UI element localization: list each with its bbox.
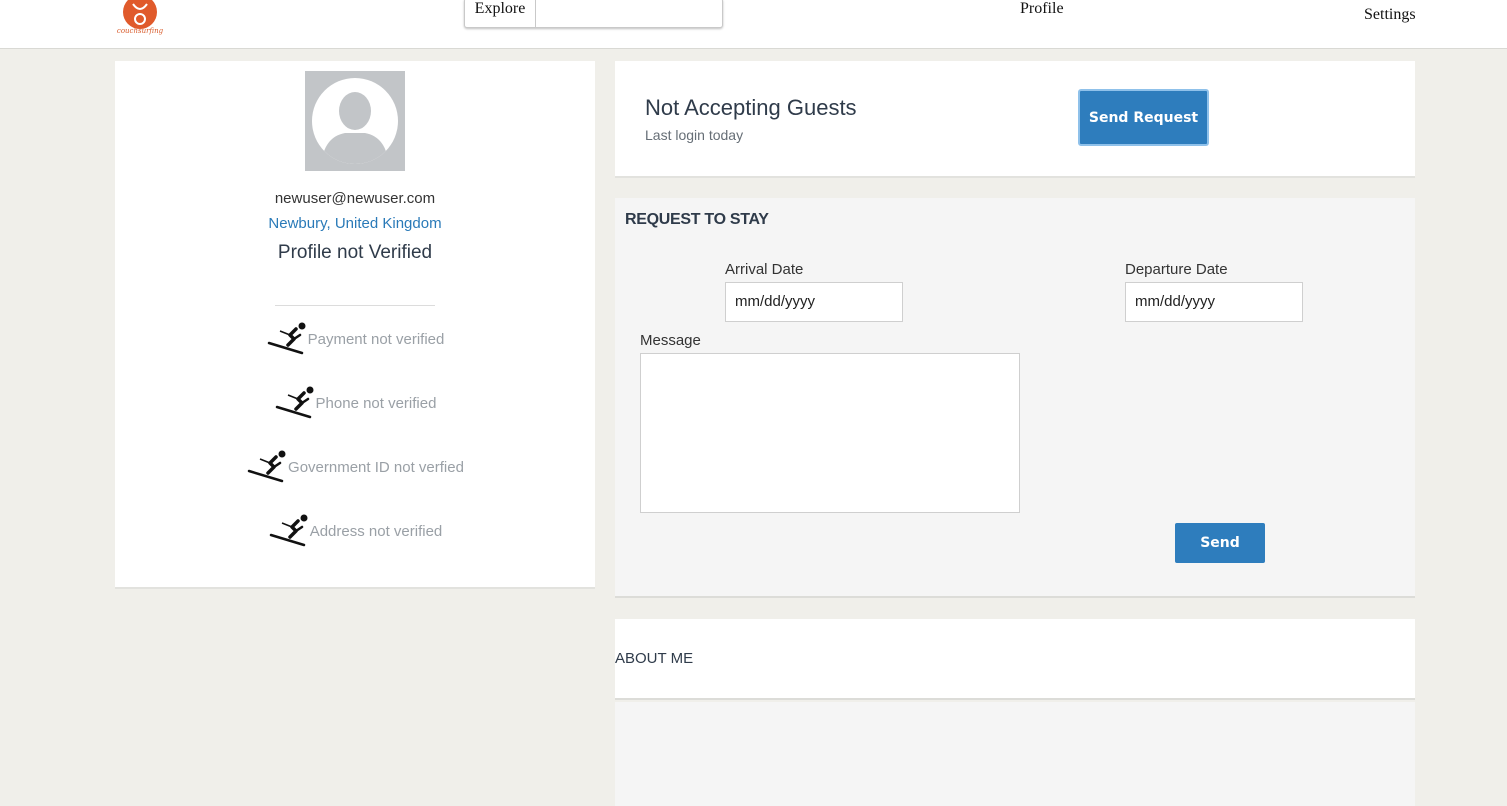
profile-card: newuser@newuser.com Newbury, United King… [115,61,595,589]
message-textarea[interactable] [640,353,1020,513]
profile-email: newuser@newuser.com [274,190,436,207]
verification-item: Government ID not verfied [115,448,595,484]
divider [275,305,435,306]
default-avatar-icon [312,78,398,164]
send-button[interactable]: Send [1175,523,1265,563]
request-to-stay-card: REQUEST TO STAY Arrival Date mm/dd/yyyy … [615,198,1415,598]
skier-icon [269,514,308,547]
host-status-card: Not Accepting Guests Last login today Se… [615,61,1415,178]
departure-date-input[interactable]: mm/dd/yyyy [1125,282,1303,322]
departure-date-label: Departure Date [1125,261,1228,278]
arrival-date-input[interactable]: mm/dd/yyyy [725,282,903,322]
about-me-card: ABOUT ME [615,619,1415,700]
skier-icon [267,322,306,355]
about-me-content [615,702,1415,806]
nav-profile-link[interactable]: Profile [1020,0,1064,18]
verification-item: Payment not verified [115,320,595,356]
send-request-button[interactable]: Send Request [1078,89,1209,146]
verification-item: Phone not verified [115,384,595,420]
verification-label: Government ID not verfied [288,458,464,476]
request-to-stay-title: REQUEST TO STAY [625,211,769,228]
message-label: Message [640,332,701,349]
last-login-text: Last login today [645,127,744,143]
hosting-status-title: Not Accepting Guests [645,95,857,120]
explore-label[interactable]: Explore [465,0,536,27]
explore-search-input[interactable] [537,0,721,25]
logo-text: couchsurfing [116,27,164,35]
explore-search-box: Explore [464,0,723,28]
skier-icon [247,450,286,483]
profile-verified-status: Profile not Verified [277,242,433,263]
about-me-title: ABOUT ME [615,650,694,667]
verification-label: Payment not verified [307,330,445,348]
verification-item: Address not verified [115,512,595,548]
verification-label: Phone not verified [315,394,437,412]
nav-settings-link[interactable]: Settings [1364,6,1416,24]
verification-label: Address not verified [309,522,443,540]
arrival-date-label: Arrival Date [725,261,804,278]
profile-location-link[interactable]: Newbury, United Kingdom [115,215,595,232]
skier-icon [275,386,314,419]
couchsurfing-logo[interactable]: couchsurfing [115,0,165,38]
top-navigation-bar: couchsurfing Explore Profile Settings [0,0,1507,49]
avatar [305,71,405,171]
